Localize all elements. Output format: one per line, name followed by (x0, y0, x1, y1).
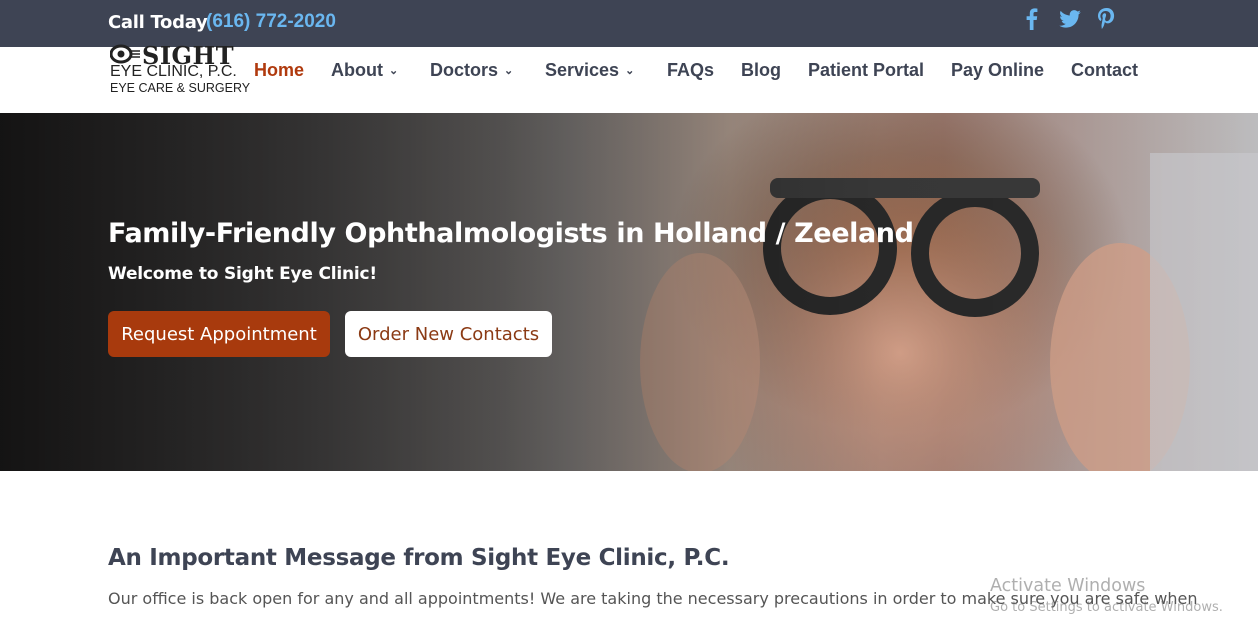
top-bar: Call Today (616) 772-2020 (0, 0, 1258, 47)
site-header: SIGHT EYE CLINIC, P.C. EYE CARE & SURGER… (0, 41, 1258, 113)
nav-about[interactable]: About ⌄ (331, 60, 398, 81)
pinterest-icon[interactable] (1098, 8, 1115, 29)
request-appointment-button[interactable]: Request Appointment (108, 311, 330, 357)
message-title: An Important Message from Sight Eye Clin… (108, 545, 730, 571)
nav-home[interactable]: Home (254, 60, 304, 81)
chevron-down-icon: ⌄ (625, 65, 635, 77)
hero-subtitle: Welcome to Sight Eye Clinic! (108, 264, 377, 284)
hero-title: Family-Friendly Ophthalmologists in Holl… (108, 218, 914, 249)
phone-link[interactable]: (616) 772-2020 (206, 11, 336, 33)
call-today-label: Call Today (108, 12, 208, 33)
hero-banner: Family-Friendly Ophthalmologists in Holl… (0, 113, 1258, 471)
nav-contact[interactable]: Contact (1071, 60, 1138, 81)
site-logo[interactable]: SIGHT EYE CLINIC, P.C. EYE CARE & SURGER… (110, 41, 255, 99)
twitter-icon[interactable] (1059, 10, 1081, 30)
nav-pay-online[interactable]: Pay Online (951, 60, 1044, 81)
facebook-icon[interactable] (1025, 8, 1038, 30)
nav-doctors[interactable]: Doctors ⌄ (430, 60, 513, 81)
activate-windows-title: Activate Windows (990, 576, 1146, 596)
order-new-contacts-button[interactable]: Order New Contacts (345, 311, 552, 357)
logo-tagline: EYE CARE & SURGERY (110, 81, 251, 95)
eye-logo-icon (110, 44, 140, 64)
hero-overlay (0, 113, 1258, 471)
activate-windows-subtitle: Go to Settings to activate Windows. (990, 600, 1223, 615)
nav-services[interactable]: Services ⌄ (545, 60, 634, 81)
chevron-down-icon: ⌄ (504, 65, 514, 77)
nav-blog[interactable]: Blog (741, 60, 781, 81)
nav-patient-portal[interactable]: Patient Portal (808, 60, 924, 81)
chevron-down-icon: ⌄ (388, 65, 399, 77)
nav-faqs[interactable]: FAQs (667, 60, 714, 81)
logo-clinic-text: EYE CLINIC, P.C. (110, 63, 237, 80)
